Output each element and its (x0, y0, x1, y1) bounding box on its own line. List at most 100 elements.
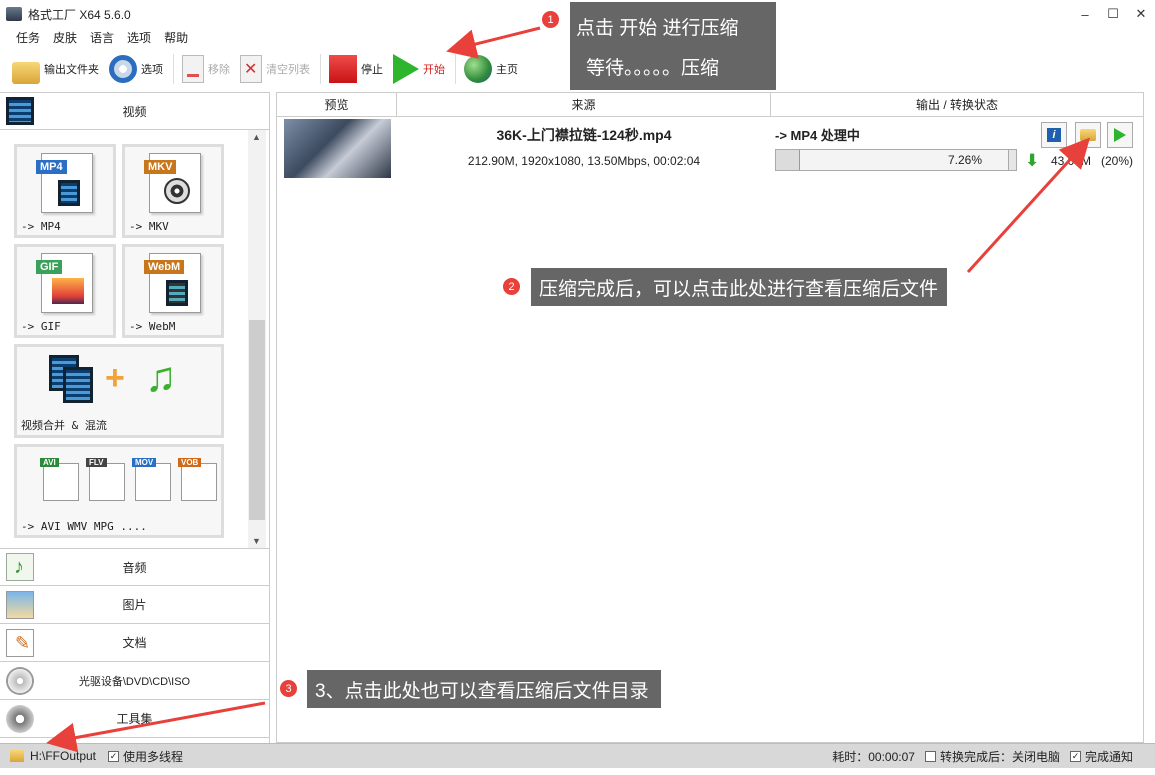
toolbar-separator (173, 54, 174, 84)
stop-button[interactable]: 停止 (329, 55, 383, 83)
menu-help[interactable]: 帮助 (164, 29, 188, 46)
header-preview[interactable]: 预览 (277, 93, 397, 116)
merge-icon: + ♫ (45, 353, 215, 413)
checkbox-checked[interactable]: ✓ (108, 750, 120, 762)
category-list: 音频 图片 文档 光驱设备\DVD\CD\ISO 工具集 (0, 548, 269, 738)
window-controls: – ☐ ✕ (1071, 0, 1155, 28)
checkbox-checked[interactable]: ✓ (1069, 750, 1081, 762)
picture-icon (6, 590, 34, 619)
tools-icon (6, 704, 34, 733)
film-reel-icon (164, 178, 190, 204)
options-button[interactable]: 选项 (109, 55, 163, 83)
output-folder-label: 输出文件夹 (44, 64, 99, 76)
open-folder-button[interactable] (1075, 122, 1101, 148)
format-mkv[interactable]: MKV -> MKV (122, 144, 224, 238)
list-header: 预览 来源 输出 / 转换状态 (277, 93, 1143, 117)
format-scrollbar[interactable]: ▲ ▼ (248, 130, 266, 548)
menu-skin[interactable]: 皮肤 (53, 29, 77, 46)
globe-icon (464, 55, 492, 83)
mp4-tag: MP4 (36, 160, 67, 174)
avi-tag: AVI (40, 458, 59, 467)
progress-percent: 7.26% (947, 153, 982, 167)
format-multi[interactable]: AVI FLV MOV VOB -> AVI WMV MPG .... (14, 444, 224, 538)
annotation-1-line1: 点击 开始 进行压缩 (576, 17, 739, 39)
play-output-button[interactable] (1107, 122, 1133, 148)
webm-label: -> WebM (129, 320, 176, 333)
clear-list-label: 清空列表 (266, 64, 310, 76)
clear-x-icon (240, 55, 262, 83)
status-bar: H:\FFOutput ✓ 使用多线程 耗时：00:00:07 转换完成后：关闭… (0, 743, 1155, 768)
remove-label: 移除 (208, 64, 230, 76)
header-source[interactable]: 来源 (397, 93, 771, 116)
scroll-up-icon[interactable]: ▲ (252, 132, 261, 142)
app-icon (6, 7, 22, 21)
folder-icon[interactable] (10, 750, 24, 762)
category-document[interactable]: 文档 (0, 624, 269, 662)
multithread-toggle[interactable]: ✓ 使用多线程 (108, 748, 183, 765)
output-path[interactable]: H:\FFOutput (30, 749, 96, 763)
folder-icon (12, 62, 40, 84)
film-icon (166, 280, 188, 306)
format-gif[interactable]: GIF -> GIF (14, 244, 116, 338)
stop-label: 停止 (361, 64, 383, 76)
minimize-button[interactable]: – (1071, 0, 1099, 28)
checkbox-unchecked[interactable] (924, 750, 936, 762)
scroll-down-icon[interactable]: ▼ (252, 536, 261, 546)
category-image[interactable]: 图片 (0, 586, 269, 624)
avi-file-icon: AVI (40, 458, 79, 501)
format-merge[interactable]: + ♫ 视频合并 & 混流 (14, 344, 224, 438)
mp4-file-icon: MP4 (36, 153, 93, 213)
source-info: 212.90M, 1920x1080, 13.50Mbps, 00:02:04 (467, 154, 701, 168)
category-image-label: 图片 (122, 598, 147, 612)
annotation-1-badge: 1 (541, 10, 560, 29)
header-output[interactable]: 输出 / 转换状态 (771, 93, 1143, 116)
category-audio[interactable]: 音频 (0, 548, 269, 586)
arrow-down-icon: ⬇ (1025, 151, 1040, 170)
table-row[interactable]: 36K-上门襟拉链-124秒.mp4 212.90M, 1920x1080, 1… (277, 117, 1143, 181)
start-button[interactable]: 开始 (393, 54, 445, 84)
vob-file-icon: VOB (178, 458, 217, 501)
disc-icon (6, 666, 34, 695)
annotation-2-callout: 压缩完成后，可以点击此处进行查看压缩后文件 (531, 268, 947, 306)
close-button[interactable]: ✕ (1127, 0, 1155, 28)
category-video[interactable]: 视频 (0, 92, 269, 130)
film-icon (63, 367, 93, 403)
remove-button[interactable]: 移除 (182, 55, 230, 83)
maximize-button[interactable]: ☐ (1099, 0, 1127, 28)
gif-tag: GIF (36, 260, 63, 274)
format-webm[interactable]: WebM -> WebM (122, 244, 224, 338)
progress-fill (776, 150, 800, 170)
multi-label: -> AVI WMV MPG .... (21, 520, 147, 533)
output-folder-button[interactable]: 输出文件夹 (12, 58, 99, 84)
category-disc[interactable]: 光驱设备\DVD\CD\ISO (0, 662, 269, 700)
plus-icon: + (105, 359, 125, 397)
menu-language[interactable]: 语言 (90, 29, 114, 46)
category-audio-label: 音频 (122, 560, 147, 575)
category-video-label: 视频 (122, 104, 147, 119)
gear-icon (109, 55, 137, 83)
menu-options[interactable]: 选项 (127, 29, 151, 46)
start-label: 开始 (423, 64, 445, 76)
format-mp4[interactable]: MP4 -> MP4 (14, 144, 116, 238)
mkv-tag: MKV (144, 160, 177, 174)
category-tools[interactable]: 工具集 (0, 700, 269, 738)
annotation-1-callout: 点击 开始 进行压缩 等待。。。。。压缩 (570, 2, 776, 90)
film-icon (58, 180, 80, 206)
video-thumbnail (284, 119, 391, 178)
gif-label: -> GIF (21, 320, 61, 333)
category-panel: 视频 MP4 -> MP4 MKV -> MKV GIF -> GIF WebM… (0, 92, 270, 743)
menu-task[interactable]: 任务 (16, 29, 40, 46)
webm-file-icon: WebM (144, 253, 201, 313)
mp4-label: -> MP4 (21, 220, 61, 233)
window-title: 格式工厂 X64 5.6.0 (28, 7, 131, 22)
after-done-toggle[interactable]: 转换完成后：关闭电脑 (924, 748, 1060, 765)
info-button[interactable]: i (1041, 122, 1067, 148)
elapsed-time: 耗时：00:00:07 (832, 749, 915, 764)
arrow-to-start (446, 26, 541, 59)
scroll-thumb[interactable] (249, 320, 265, 520)
notify-toggle[interactable]: ✓ 完成通知 (1069, 748, 1133, 765)
film-icon (6, 97, 34, 125)
annotation-2-badge: 2 (502, 277, 521, 296)
clear-list-button[interactable]: 清空列表 (240, 55, 310, 83)
home-button[interactable]: 主页 (464, 55, 518, 83)
